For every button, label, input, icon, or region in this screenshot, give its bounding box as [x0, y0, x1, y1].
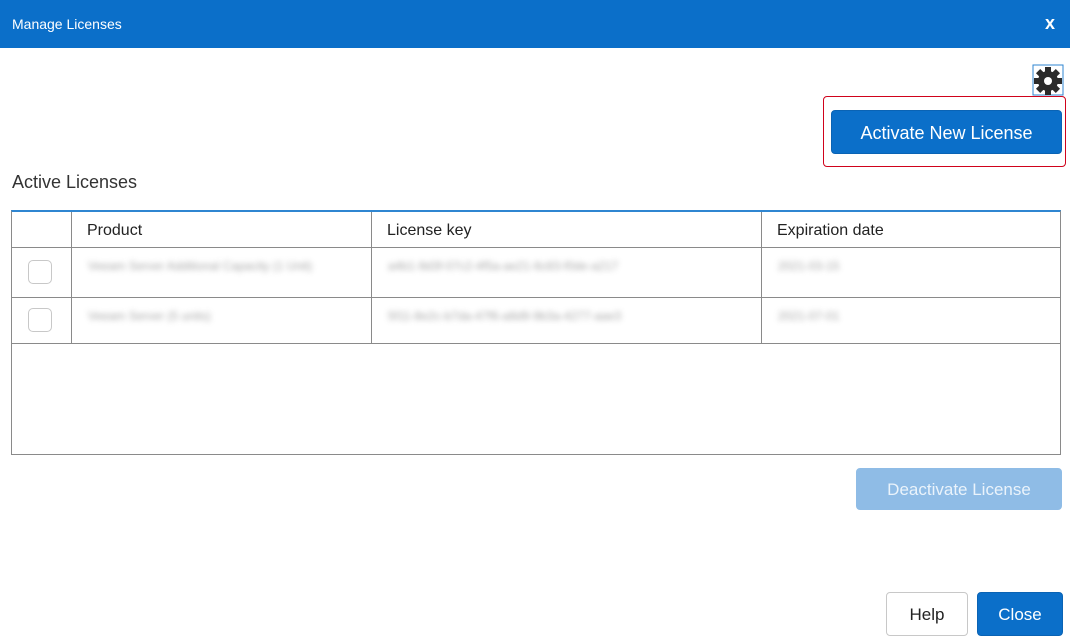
expiration-cell: 2021-03-15: [762, 248, 1060, 297]
row-checkbox[interactable]: [28, 260, 52, 284]
window-title: Manage Licenses: [12, 16, 122, 32]
activate-new-license-button[interactable]: Activate New License: [831, 110, 1062, 154]
header-license-key-label: License key: [387, 222, 472, 239]
table-row[interactable]: Veeam Server Additional Capacity (1 Unit…: [12, 248, 1060, 298]
licenses-table: Product License key Expiration date Veea…: [11, 210, 1061, 455]
header-expiration-date[interactable]: Expiration date: [762, 212, 1060, 247]
license-key-value: 5f11-8e2c-b7da-47f6-a8d9-9b3a-4277-aae3: [388, 309, 622, 323]
license-key-value: a4b1-9d3f-07c2-4f5a-ae21-6c83-f0de-a217: [388, 259, 619, 273]
header-product[interactable]: Product: [72, 212, 372, 247]
header-expiration-label: Expiration date: [777, 222, 884, 239]
product-value: Veeam Server (5 units): [88, 309, 211, 323]
gear-icon[interactable]: [1032, 64, 1064, 96]
product-value: Veeam Server Additional Capacity (1 Unit…: [88, 259, 313, 273]
header-license-key[interactable]: License key: [372, 212, 762, 247]
row-checkbox[interactable]: [28, 308, 52, 332]
expiration-cell: 2021-07-01: [762, 298, 1060, 343]
expiration-value: 2021-03-15: [778, 259, 840, 273]
product-cell: Veeam Server (5 units): [72, 298, 372, 343]
row-select-cell: [12, 298, 72, 343]
close-icon[interactable]: x: [1038, 10, 1062, 36]
header-product-label: Product: [87, 222, 143, 239]
expiration-value: 2021-07-01: [778, 309, 840, 323]
section-title: Active Licenses: [12, 172, 138, 192]
license-key-cell: 5f11-8e2c-b7da-47f6-a8d9-9b3a-4277-aae3: [372, 298, 762, 343]
close-button[interactable]: Close: [977, 592, 1063, 636]
header-select-cell: [12, 212, 72, 247]
product-cell: Veeam Server Additional Capacity (1 Unit…: [72, 248, 372, 297]
row-select-cell: [12, 248, 72, 297]
table-row[interactable]: Veeam Server (5 units) 5f11-8e2c-b7da-47…: [12, 298, 1060, 344]
license-key-cell: a4b1-9d3f-07c2-4f5a-ae21-6c83-f0de-a217: [372, 248, 762, 297]
table-header: Product License key Expiration date: [12, 212, 1060, 248]
deactivate-license-button[interactable]: Deactivate License: [856, 468, 1062, 510]
title-bar: Manage Licenses x: [0, 0, 1070, 48]
help-button[interactable]: Help: [886, 592, 968, 636]
